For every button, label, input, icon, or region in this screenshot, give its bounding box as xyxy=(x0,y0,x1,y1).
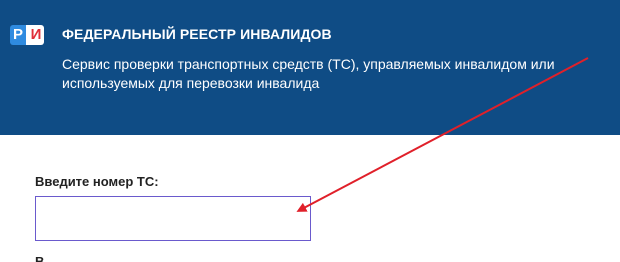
vehicle-number-input[interactable] xyxy=(35,196,311,241)
logo-letter-i: И xyxy=(28,25,44,45)
vehicle-number-label: Введите номер ТС: xyxy=(35,174,159,189)
logo-letter-r: Р xyxy=(10,25,26,45)
header-banner: Р И ФЕДЕРАЛЬНЫЙ РЕЕСТР ИНВАЛИДОВ Сервис … xyxy=(0,0,620,135)
page-subtitle: Сервис проверки транспортных средств (ТС… xyxy=(62,56,555,91)
page: Р И ФЕДЕРАЛЬНЫЙ РЕЕСТР ИНВАЛИДОВ Сервис … xyxy=(0,0,620,262)
registry-logo: Р И xyxy=(10,24,50,46)
next-field-label: В xyxy=(35,254,45,262)
page-title: ФЕДЕРАЛЬНЫЙ РЕЕСТР ИНВАЛИДОВ xyxy=(62,26,332,42)
